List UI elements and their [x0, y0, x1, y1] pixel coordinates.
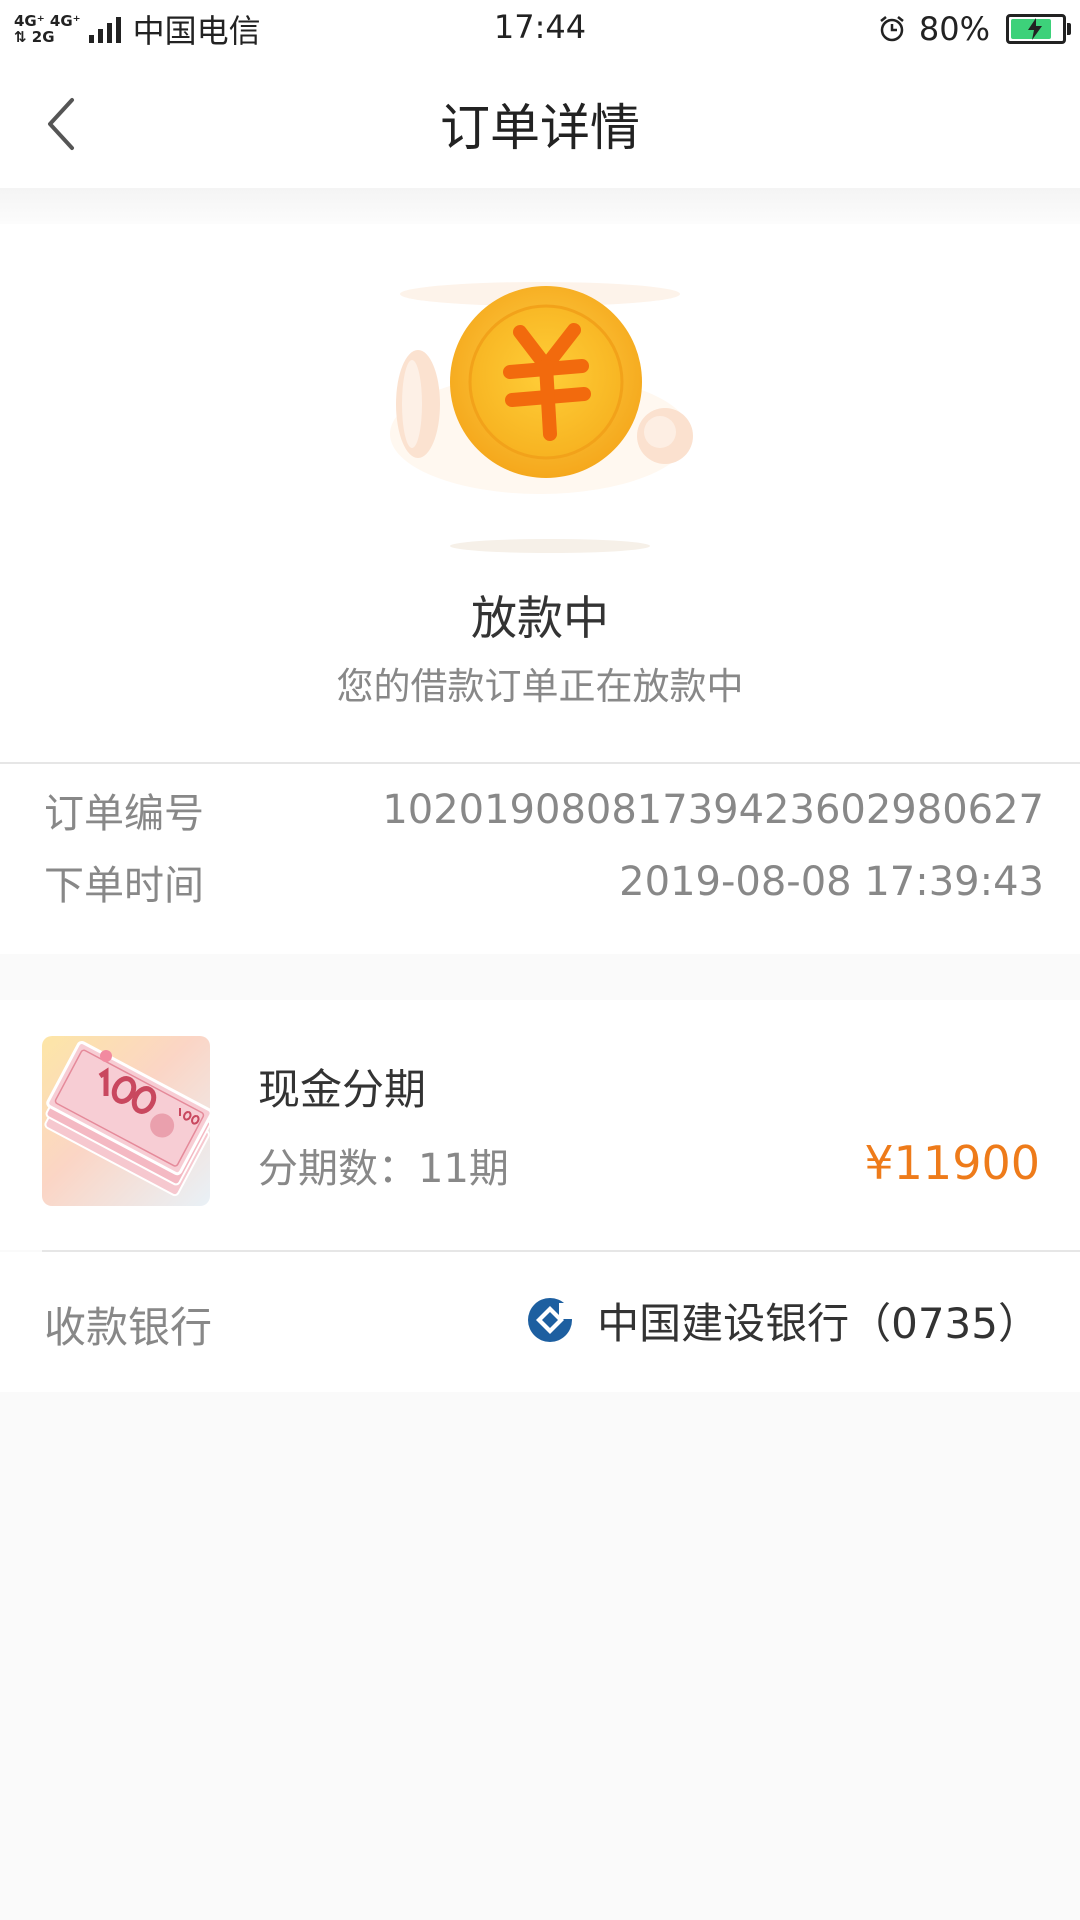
ccb-logo-icon — [528, 1298, 574, 1342]
order-time-label: 下单时间 — [44, 863, 204, 909]
coin-illustration — [390, 282, 693, 553]
battery-icon — [1006, 14, 1071, 44]
order-time-value: 2019-08-08 17:39:43 — [619, 859, 1044, 905]
product-name: 现金分期 — [258, 1065, 427, 1114]
order-info: 订单编号 10201908081739423602980627 下单时间 201… — [0, 764, 1080, 954]
status-right: 80% — [877, 8, 1071, 50]
battery-percent: 80% — [918, 10, 990, 48]
bank-info: 中国建设银行（0735） — [525, 1288, 1040, 1352]
product-thumbnail — [42, 1036, 210, 1206]
bank-label: 收款银行 — [44, 1303, 213, 1352]
status-section: 放款中 您的借款订单正在放款中 — [0, 224, 1080, 762]
status-title: 放款中 — [471, 591, 609, 645]
product-periods: 分期数：11期 — [258, 1146, 509, 1192]
product-price: ¥11900 — [864, 1136, 1040, 1190]
bank-row: 收款银行 中国建设银行（0735） — [0, 1252, 1080, 1392]
product-card: 现金分期 分期数：11期 ¥11900 — [0, 1000, 1080, 1250]
alarm-icon — [880, 16, 904, 42]
nav-bar: 订单详情 — [0, 58, 1080, 188]
page-title: 订单详情 — [440, 99, 640, 157]
order-time-row: 下单时间 2019-08-08 17:39:43 — [44, 852, 1044, 912]
banknotes-icon — [44, 1041, 210, 1197]
status-bar: 4G⁺ 4G⁺ ⇅ 2G 中国电信 17:44 80% — [0, 0, 1080, 58]
bank-name: 中国建设银行（0735） — [597, 1298, 1040, 1348]
charging-bolt-icon — [1028, 18, 1042, 40]
section-divider — [0, 188, 1080, 224]
order-number-label: 订单编号 — [44, 791, 204, 837]
status-subtitle: 您的借款订单正在放款中 — [336, 665, 744, 708]
order-number-value: 10201908081739423602980627 — [382, 787, 1044, 833]
order-number-row: 订单编号 10201908081739423602980627 — [44, 780, 1044, 840]
